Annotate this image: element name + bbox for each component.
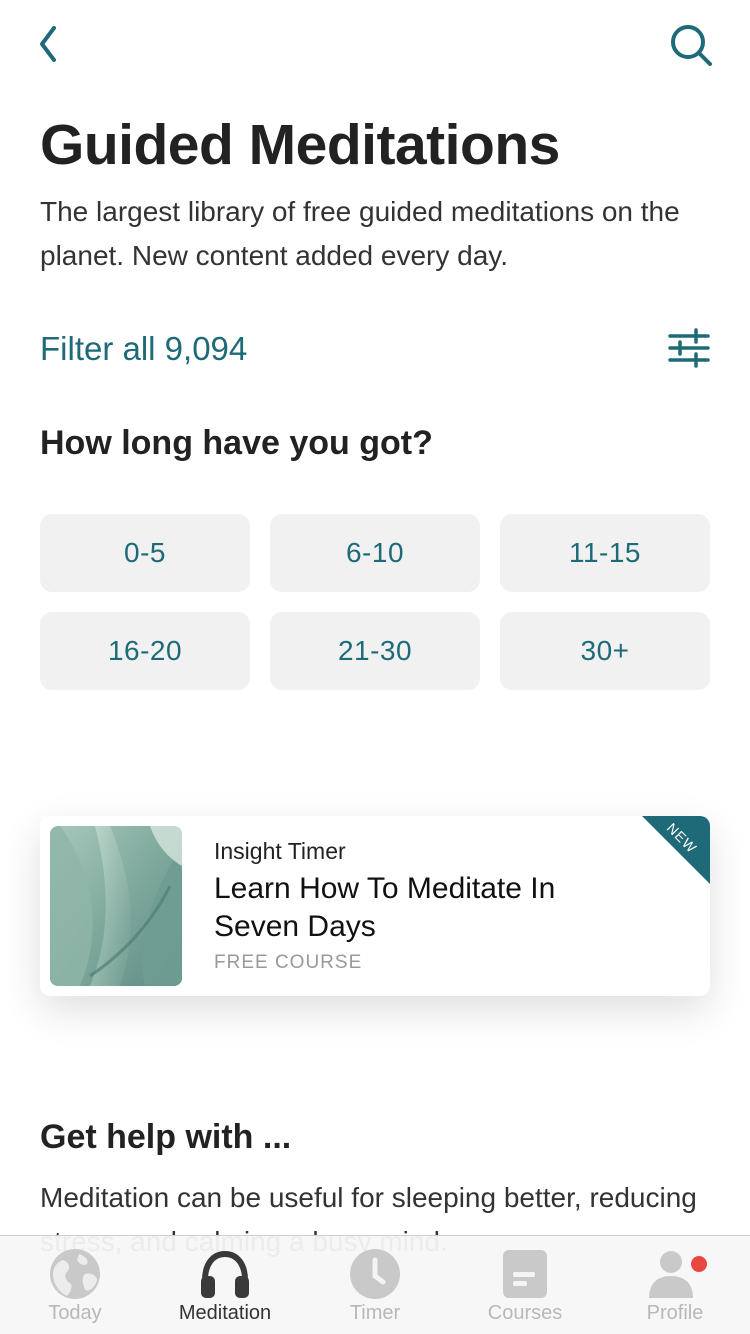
notification-dot <box>691 1256 707 1272</box>
course-thumbnail <box>50 826 182 986</box>
tab-label: Courses <box>487 1302 563 1324</box>
duration-button[interactable]: 16-20 <box>40 612 250 690</box>
course-title: Learn How To Meditate In Seven Days <box>214 872 556 943</box>
filter-row: Filter all 9,094 <box>40 326 710 376</box>
courses-icon <box>503 1250 547 1298</box>
profile-icon <box>649 1251 693 1298</box>
duration-button[interactable]: 0-5 <box>40 514 250 592</box>
tab-label: Profile <box>646 1302 704 1324</box>
filter-all-link[interactable]: Filter all 9,094 <box>40 330 247 368</box>
duration-button[interactable]: 30+ <box>500 612 710 690</box>
page-title: Guided Meditations <box>40 113 560 177</box>
duration-button[interactable]: 6-10 <box>270 514 480 592</box>
tab-timer[interactable]: Timer <box>300 1236 450 1334</box>
chevron-left-icon <box>40 26 56 62</box>
course-type: FREE COURSE <box>214 952 363 973</box>
tab-label: Today <box>48 1302 102 1324</box>
tab-today[interactable]: Today <box>0 1236 150 1334</box>
search-icon <box>671 25 712 66</box>
tab-meditation[interactable]: Meditation <box>150 1236 300 1334</box>
help-heading: Get help with ... <box>40 1118 292 1156</box>
new-badge: NEW <box>642 816 710 884</box>
course-author: Insight Timer <box>214 838 346 864</box>
duration-grid: 0-5 6-10 11-15 16-20 21-30 30+ <box>40 514 710 690</box>
clock-icon <box>350 1249 400 1299</box>
headphones-icon <box>201 1250 249 1298</box>
page-description: The largest library of free guided medit… <box>40 196 680 271</box>
duration-button[interactable]: 11-15 <box>500 514 710 592</box>
filter-button[interactable] <box>668 328 710 368</box>
tab-bar: Today Meditation Timer Courses Profile <box>0 1235 750 1334</box>
tab-profile[interactable]: Profile <box>600 1236 750 1334</box>
tab-courses[interactable]: Courses <box>450 1236 600 1334</box>
tab-label: Meditation <box>178 1302 272 1324</box>
search-button[interactable] <box>668 22 714 68</box>
globe-icon <box>50 1249 100 1299</box>
featured-course-card[interactable]: Insight Timer Learn How To Meditate In S… <box>40 816 710 996</box>
top-bar <box>0 0 750 90</box>
tab-label: Timer <box>349 1302 401 1324</box>
duration-button[interactable]: 21-30 <box>270 612 480 690</box>
sliders-icon <box>668 328 710 368</box>
back-button[interactable] <box>30 22 70 66</box>
duration-heading: How long have you got? <box>40 424 433 462</box>
